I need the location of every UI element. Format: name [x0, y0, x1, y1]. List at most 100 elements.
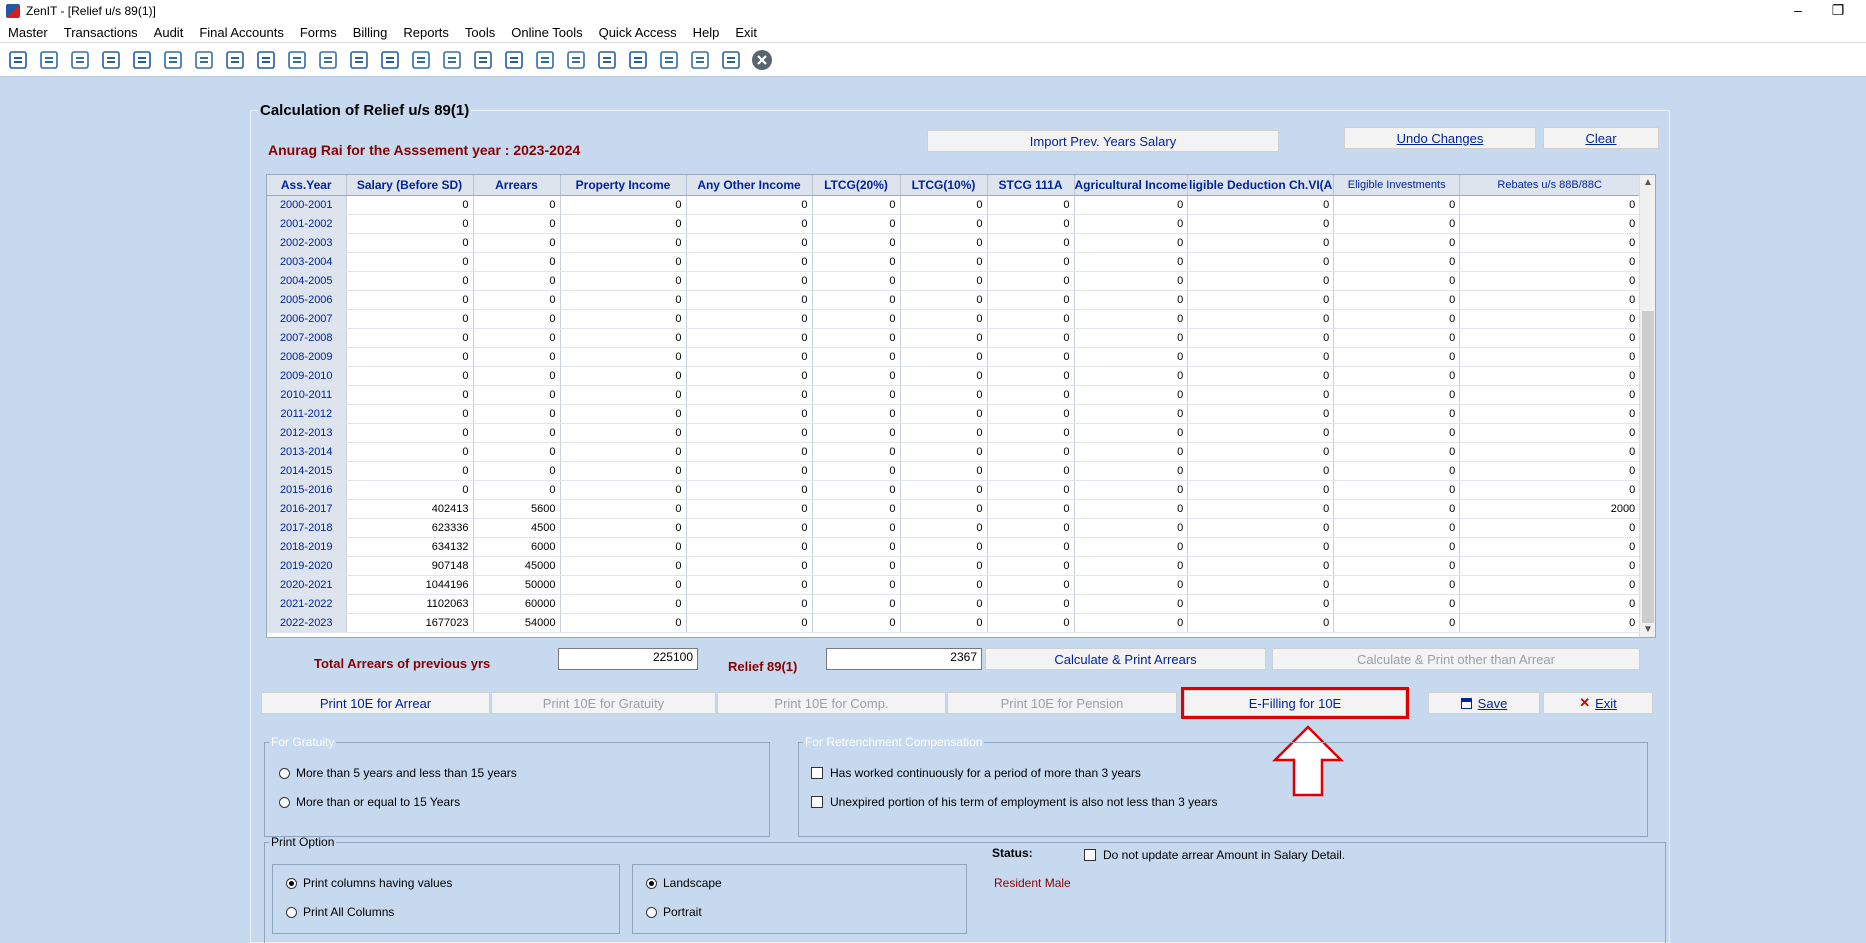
table-row[interactable]: 2009-2010 0 0 0 0 0 0 0 0 0 0 0: [267, 366, 1641, 386]
table-cell[interactable]: 0: [686, 480, 813, 500]
table-cell[interactable]: 5600: [473, 499, 561, 519]
table-cell[interactable]: 0: [987, 442, 1075, 462]
table-row[interactable]: 2022-2023 1677023 54000 0 0 0 0 0 0 0 0 0: [267, 613, 1641, 633]
table-cell[interactable]: 0: [686, 556, 813, 576]
table-cell[interactable]: 0: [900, 271, 988, 291]
table-cell[interactable]: 0: [1459, 518, 1641, 538]
print-columns-values-radio[interactable]: Print columns having values: [286, 876, 452, 890]
table-cell[interactable]: 0: [812, 518, 901, 538]
column-header[interactable]: STCG 111A: [987, 175, 1075, 196]
table-cell[interactable]: 0: [1459, 328, 1641, 348]
table-cell[interactable]: 0: [1074, 613, 1189, 633]
table-cell[interactable]: 0: [812, 537, 901, 557]
menu-forms[interactable]: Forms: [292, 25, 345, 40]
table-cell[interactable]: 0: [987, 195, 1075, 215]
table-cell[interactable]: 0: [1333, 347, 1461, 367]
3cd-icon[interactable]: [686, 46, 713, 73]
table-cell[interactable]: 0: [473, 214, 561, 234]
table-cell[interactable]: 0: [1333, 233, 1461, 253]
table-cell[interactable]: 0: [1187, 271, 1335, 291]
table-cell[interactable]: 0: [1074, 461, 1189, 481]
table-cell[interactable]: 0: [560, 613, 687, 633]
table-cell[interactable]: 0: [1187, 214, 1335, 234]
table-cell[interactable]: 0: [987, 499, 1075, 519]
table-cell[interactable]: 0: [686, 233, 813, 253]
table-cell[interactable]: 0: [1187, 461, 1335, 481]
table-cell[interactable]: 0: [1333, 252, 1461, 272]
search-doc-icon[interactable]: [593, 46, 620, 73]
menu-help[interactable]: Help: [685, 25, 728, 40]
landscape-radio[interactable]: Landscape: [646, 876, 722, 890]
table-cell[interactable]: 0: [1187, 613, 1335, 633]
table-cell[interactable]: 0: [1187, 366, 1335, 386]
table-cell[interactable]: 0: [473, 271, 561, 291]
menu-exit[interactable]: Exit: [727, 25, 765, 40]
table-cell[interactable]: 0: [473, 195, 561, 215]
add-icon[interactable]: [562, 46, 589, 73]
document-icon[interactable]: [469, 46, 496, 73]
table-cell[interactable]: 0: [346, 366, 474, 386]
table-cell[interactable]: 0: [1074, 214, 1189, 234]
table-cell[interactable]: 0: [346, 461, 474, 481]
column-header[interactable]: Any Other Income: [686, 175, 813, 196]
column-header[interactable]: Agricultural Income: [1074, 175, 1189, 196]
table-cell[interactable]: 0: [1074, 271, 1189, 291]
table-cell[interactable]: 0: [812, 404, 901, 424]
table-cell[interactable]: 0: [1333, 499, 1461, 519]
table-row[interactable]: 2005-2006 0 0 0 0 0 0 0 0 0 0 0: [267, 290, 1641, 310]
table-cell[interactable]: 0: [900, 423, 988, 443]
table-cell[interactable]: 0: [473, 309, 561, 329]
table-cell[interactable]: 0: [686, 404, 813, 424]
column-header[interactable]: LTCG(20%): [812, 175, 901, 196]
table-row[interactable]: 2019-2020 907148 45000 0 0 0 0 0 0 0 0 0: [267, 556, 1641, 576]
table-cell[interactable]: 0: [1459, 195, 1641, 215]
column-header[interactable]: Property Income: [560, 175, 687, 196]
table-cell[interactable]: 0: [900, 233, 988, 253]
table-cell[interactable]: 0: [900, 461, 988, 481]
table-cell[interactable]: 0: [900, 499, 988, 519]
pin-icon[interactable]: [190, 46, 217, 73]
table-cell[interactable]: 0: [346, 271, 474, 291]
table-cell[interactable]: 0: [686, 613, 813, 633]
table-cell[interactable]: 0: [900, 252, 988, 272]
table-cell[interactable]: 0: [560, 423, 687, 443]
radio-icon[interactable]: [646, 906, 657, 918]
table-cell[interactable]: 0: [1459, 613, 1641, 633]
table-cell[interactable]: 0: [1333, 518, 1461, 538]
table-cell[interactable]: 0: [686, 214, 813, 234]
table-cell[interactable]: 0: [560, 347, 687, 367]
table-cell[interactable]: 0: [1074, 404, 1189, 424]
table-cell[interactable]: 0: [686, 537, 813, 557]
gratuity-option-5-15[interactable]: More than 5 years and less than 15 years: [279, 766, 517, 780]
table-cell[interactable]: 0: [686, 309, 813, 329]
table-cell[interactable]: 0: [987, 537, 1075, 557]
table-cell[interactable]: 0: [1187, 328, 1335, 348]
table-cell[interactable]: 0: [987, 328, 1075, 348]
table-cell[interactable]: 0: [987, 575, 1075, 595]
table-cell[interactable]: 0: [987, 214, 1075, 234]
total-arrears-field[interactable]: 225100: [558, 648, 698, 670]
table-cell[interactable]: 0: [346, 233, 474, 253]
table-cell[interactable]: 0: [1187, 347, 1335, 367]
calculate-print-other-button[interactable]: Calculate & Print other than Arrear: [1272, 648, 1640, 670]
table-cell[interactable]: 0: [987, 404, 1075, 424]
table-cell[interactable]: 0: [346, 423, 474, 443]
table-row[interactable]: 2008-2009 0 0 0 0 0 0 0 0 0 0 0: [267, 347, 1641, 367]
table-cell[interactable]: 0: [1074, 347, 1189, 367]
menu-master[interactable]: Master: [0, 25, 56, 40]
column-header[interactable]: Arrears: [473, 175, 561, 196]
table-cell[interactable]: 0: [1074, 423, 1189, 443]
table-cell[interactable]: 0: [900, 537, 988, 557]
table-cell[interactable]: 0: [1187, 556, 1335, 576]
table-cell[interactable]: 623336: [346, 518, 474, 538]
table-row[interactable]: 2002-2003 0 0 0 0 0 0 0 0 0 0 0: [267, 233, 1641, 253]
table-row[interactable]: 2015-2016 0 0 0 0 0 0 0 0 0 0 0: [267, 480, 1641, 500]
home-icon[interactable]: [35, 46, 62, 73]
table-cell[interactable]: 0: [812, 423, 901, 443]
table-cell[interactable]: 0: [1333, 290, 1461, 310]
minimize-icon[interactable]: –: [1778, 0, 1818, 20]
pay-icon[interactable]: [376, 46, 403, 73]
column-header[interactable]: Eligible Investments: [1333, 175, 1461, 196]
table-cell[interactable]: 0: [900, 328, 988, 348]
table-cell[interactable]: 0: [1333, 195, 1461, 215]
